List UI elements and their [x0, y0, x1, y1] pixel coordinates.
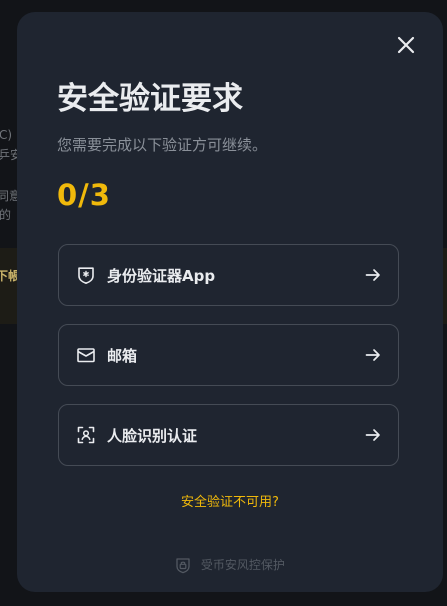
modal-title: 安全验证要求 [57, 81, 243, 117]
authenticator-shield-icon [78, 267, 94, 284]
method-email-button[interactable]: 邮箱 [58, 324, 399, 386]
face-scan-icon [77, 426, 95, 444]
lock-shield-icon [176, 557, 190, 573]
arrow-right-icon [365, 429, 380, 441]
method-label: 邮箱 [107, 347, 138, 365]
modal-subtitle: 您需要完成以下验证方可继续。 [57, 136, 268, 154]
method-face-recognition-button[interactable]: 人脸识别认证 [58, 404, 399, 466]
method-authenticator-app-button[interactable]: 身份验证器App [58, 244, 399, 306]
background-text-fragment: 的 [0, 208, 12, 222]
envelope-icon [77, 348, 95, 363]
method-label: 人脸识别认证 [107, 427, 198, 445]
close-icon[interactable] [395, 34, 417, 56]
background-text-fragment: C) [0, 128, 13, 142]
method-label: 身份验证器App [107, 267, 216, 285]
arrow-right-icon [365, 269, 380, 281]
security-verification-modal: 安全验证要求 您需要完成以下验证方可继续。 0/3 身份验证器App 邮箱 人脸… [17, 12, 443, 592]
footer-text: 受币安风控保护 [200, 557, 285, 572]
risk-control-footer: 受币安风控保护 [17, 555, 443, 574]
verification-progress: 0/3 [57, 178, 111, 212]
verification-unavailable-link[interactable]: 安全验证不可用? [17, 494, 443, 512]
arrow-right-icon [365, 349, 380, 361]
